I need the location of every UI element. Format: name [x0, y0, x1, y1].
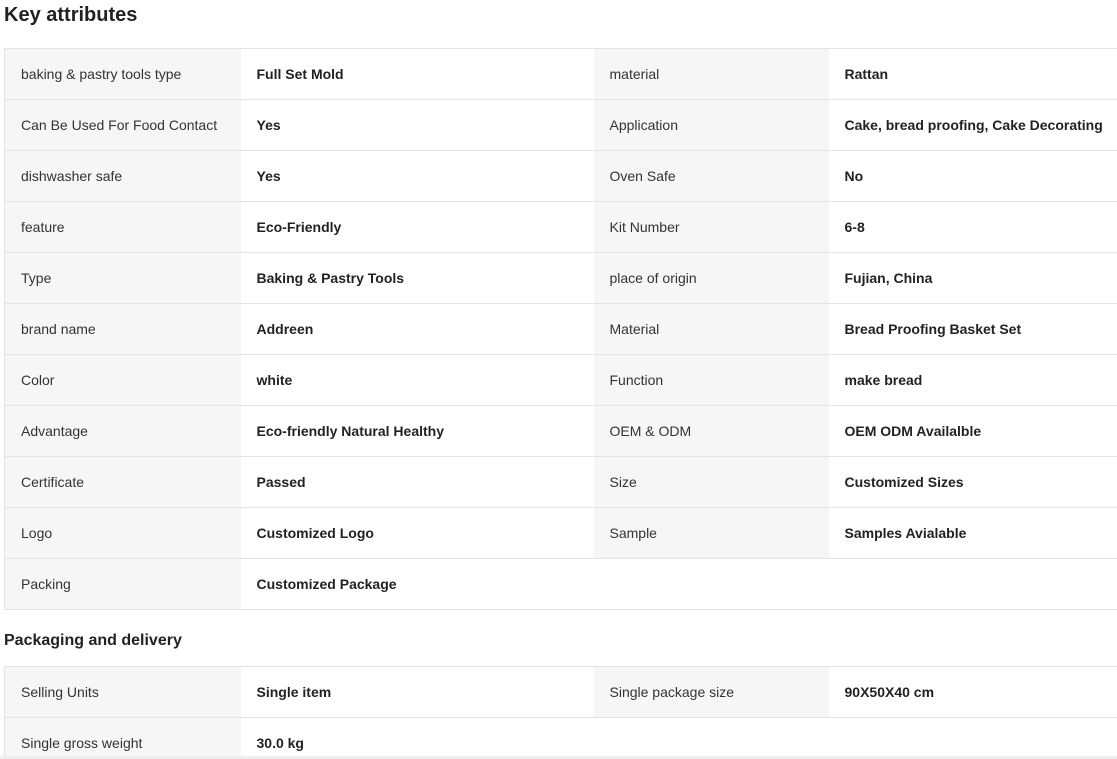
table-row: Type Baking & Pastry Tools place of orig…: [4, 252, 1117, 304]
attribute-value: Bread Proofing Basket Set: [828, 303, 1117, 355]
key-attributes-table: baking & pastry tools type Full Set Mold…: [4, 48, 1117, 610]
attribute-value: Yes: [240, 150, 594, 202]
table-row: Can Be Used For Food Contact Yes Applica…: [4, 99, 1117, 151]
attribute-key: dishwasher safe: [4, 150, 241, 202]
attribute-value: 90X50X40 cm: [828, 666, 1117, 718]
table-row: Packing Customized Package: [4, 558, 1117, 610]
table-row: baking & pastry tools type Full Set Mold…: [4, 48, 1117, 100]
table-row: Logo Customized Logo Sample Samples Avia…: [4, 507, 1117, 559]
attribute-value: Rattan: [828, 48, 1117, 100]
attribute-value: Eco-Friendly: [240, 201, 594, 253]
product-attributes-page: Key attributes baking & pastry tools typ…: [0, 0, 1117, 759]
attribute-key: feature: [4, 201, 241, 253]
attribute-value: Passed: [240, 456, 594, 508]
table-row: brand name Addreen Material Bread Proofi…: [4, 303, 1117, 355]
attribute-value: Cake, bread proofing, Cake Decorating: [828, 99, 1117, 151]
table-row: Color white Function make bread: [4, 354, 1117, 406]
attribute-key: Sample: [593, 507, 829, 559]
attribute-key: Application: [593, 99, 829, 151]
attribute-key: OEM & ODM: [593, 405, 829, 457]
attribute-key: Packing: [4, 558, 241, 610]
attribute-value: 6-8: [828, 201, 1117, 253]
attribute-value: No: [828, 150, 1117, 202]
packaging-delivery-table: Selling Units Single item Single package…: [4, 666, 1117, 759]
attribute-value: 30.0 kg: [240, 717, 594, 759]
attribute-key: Kit Number: [593, 201, 829, 253]
table-row: Certificate Passed Size Customized Sizes: [4, 456, 1117, 508]
attribute-key: brand name: [4, 303, 241, 355]
attribute-key: Logo: [4, 507, 241, 559]
table-row: Single gross weight 30.0 kg: [4, 717, 1117, 759]
empty-cell: [593, 717, 829, 759]
packaging-delivery-heading: Packaging and delivery: [4, 632, 182, 649]
attribute-value: Yes: [240, 99, 594, 151]
attribute-key: Type: [4, 252, 241, 304]
table-row: dishwasher safe Yes Oven Safe No: [4, 150, 1117, 202]
attribute-value: white: [240, 354, 594, 406]
empty-cell: [828, 717, 1117, 759]
attribute-value: OEM ODM Availalble: [828, 405, 1117, 457]
empty-cell: [828, 558, 1117, 610]
attribute-key: Material: [593, 303, 829, 355]
attribute-key: Certificate: [4, 456, 241, 508]
empty-cell: [593, 558, 829, 610]
attribute-key: Size: [593, 456, 829, 508]
key-attributes-heading: Key attributes: [4, 4, 138, 26]
attribute-value: Baking & Pastry Tools: [240, 252, 594, 304]
table-row: feature Eco-Friendly Kit Number 6-8: [4, 201, 1117, 253]
attribute-value: Samples Avialable: [828, 507, 1117, 559]
attribute-value: Customized Sizes: [828, 456, 1117, 508]
attribute-value: Single item: [240, 666, 594, 718]
attribute-key: Can Be Used For Food Contact: [4, 99, 241, 151]
attribute-key: place of origin: [593, 252, 829, 304]
attribute-key: Selling Units: [4, 666, 241, 718]
attribute-value: Full Set Mold: [240, 48, 594, 100]
attribute-key: Single gross weight: [4, 717, 241, 759]
table-row: Advantage Eco-friendly Natural Healthy O…: [4, 405, 1117, 457]
attribute-value: make bread: [828, 354, 1117, 406]
table-row: Selling Units Single item Single package…: [4, 666, 1117, 718]
attribute-key: Function: [593, 354, 829, 406]
attribute-key: Advantage: [4, 405, 241, 457]
attribute-key: Oven Safe: [593, 150, 829, 202]
attribute-value: Eco-friendly Natural Healthy: [240, 405, 594, 457]
attribute-value: Customized Logo: [240, 507, 594, 559]
attribute-value: Addreen: [240, 303, 594, 355]
attribute-value: Fujian, China: [828, 252, 1117, 304]
attribute-key: material: [593, 48, 829, 100]
attribute-key: baking & pastry tools type: [4, 48, 241, 100]
attribute-key: Color: [4, 354, 241, 406]
attribute-value: Customized Package: [240, 558, 594, 610]
attribute-key: Single package size: [593, 666, 829, 718]
